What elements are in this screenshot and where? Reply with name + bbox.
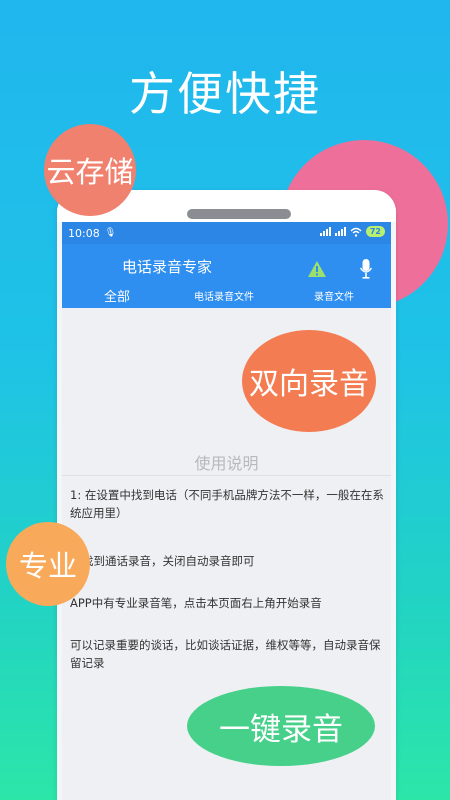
tab-recordings[interactable]: 录音文件 xyxy=(314,288,354,303)
instructions-divider xyxy=(62,475,391,476)
instruction-item: APP中有专业录音笔，点击本页面右上角开始录音 xyxy=(70,596,322,610)
app-title: 电话录音专家 xyxy=(122,258,213,276)
bubble-cloud-storage: 云存储 xyxy=(44,124,136,216)
wifi-icon xyxy=(350,227,362,237)
bubble-professional: 专业 xyxy=(6,522,90,606)
signal-icon-2 xyxy=(334,227,346,236)
status-bar: 10:08 🎙︎ 72 xyxy=(62,222,391,244)
bubble-one-key-recording: 一键录音 xyxy=(187,686,375,766)
warning-icon[interactable] xyxy=(307,260,327,278)
instruction-item: 可以记录重要的谈话，比如谈话证据，维权等等，自动录音保留记录 xyxy=(70,638,381,670)
instructions-title: 使用说明 xyxy=(194,454,259,473)
phone-speaker xyxy=(187,209,291,219)
bubble-two-way-recording: 双向录音 xyxy=(242,330,376,432)
status-time: 10:08 xyxy=(68,226,100,240)
instruction-item: 找到通话录音，关闭自动录音即可 xyxy=(82,554,255,568)
tab-all[interactable]: 全部 xyxy=(104,286,130,305)
status-icons: 72 xyxy=(319,226,385,237)
app-bar: 电话录音专家 全部 电话录音文件 录音文件 xyxy=(62,244,391,308)
promo-headline: 方便快捷 xyxy=(129,67,321,121)
mic-status-icon: 🎙︎ xyxy=(104,228,117,238)
tab-call-recordings[interactable]: 电话录音文件 xyxy=(194,288,254,303)
signal-icon xyxy=(319,227,331,236)
microphone-icon[interactable] xyxy=(359,258,373,280)
battery-icon: 72 xyxy=(365,226,385,237)
instruction-item: 1: 在设置中找到电话（不同手机品牌方法不一样，一般在在系统应用里） xyxy=(70,488,384,520)
